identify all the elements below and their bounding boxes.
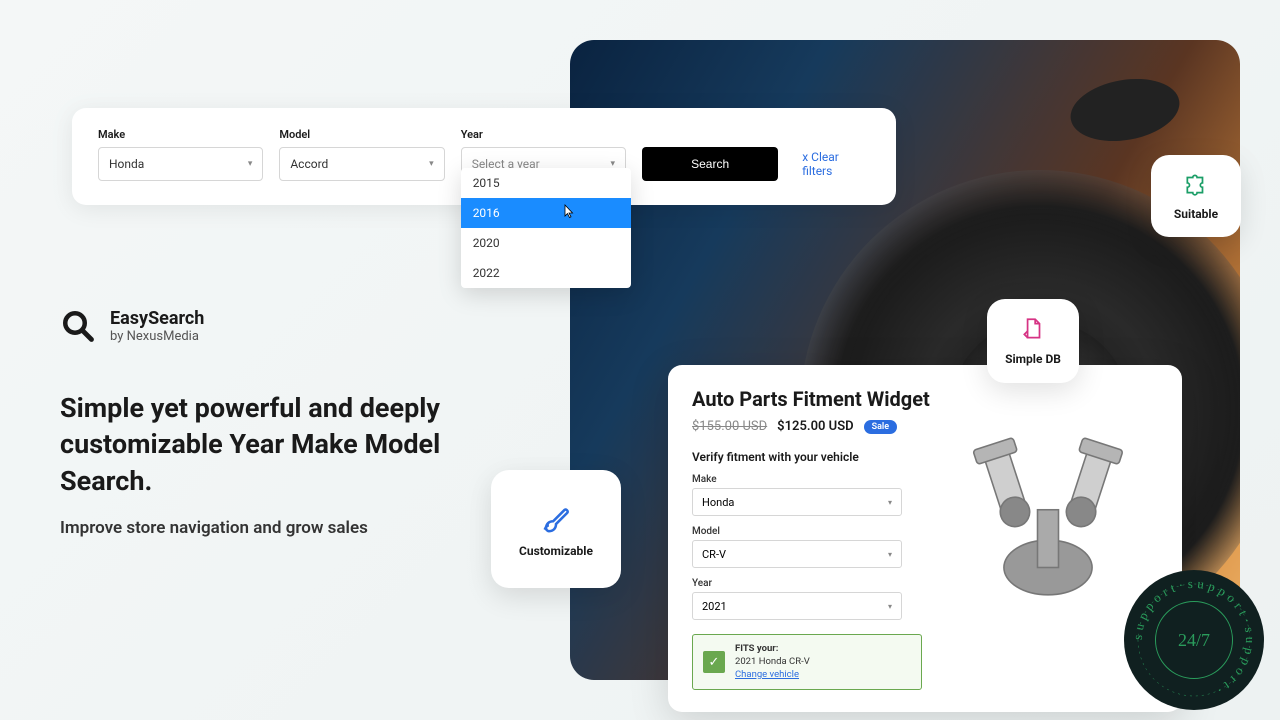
mini-year-select[interactable]: 2021 ▾ [692,592,902,620]
mini-make-field: Make Honda ▾ [692,474,902,516]
make-value: Honda [109,157,144,171]
headline: Simple yet powerful and deeply customiza… [60,390,500,499]
sale-badge: Sale [864,420,898,434]
check-icon: ✓ [703,651,725,673]
year-option[interactable]: 2016 [461,198,631,228]
search-button[interactable]: Search [642,147,778,181]
search-icon [60,308,96,344]
tile-label: Simple DB [1005,352,1061,366]
chevron-down-icon: ▾ [429,159,434,169]
model-value: Accord [290,157,328,171]
brush-icon [539,500,573,534]
year-dropdown: 2015 2016 2020 2022 [461,168,631,288]
mini-model-label: Model [692,526,902,537]
tile-simpledb: Simple DB [987,299,1079,383]
year-option[interactable]: 2015 [461,168,631,198]
product-card: Auto Parts Fitment Widget $155.00 USD $1… [668,365,1182,712]
clear-filters-link[interactable]: x Clear filters [802,147,870,181]
mini-year-field: Year 2021 ▾ [692,578,902,620]
brand-block: EasySearch by NexusMedia [60,308,204,344]
make-field: Make Honda ▾ [98,128,263,181]
tile-label: Customizable [519,544,593,558]
model-field: Model Accord ▾ [279,128,444,181]
year-label: Year [461,128,626,141]
mini-year-label: Year [692,578,902,589]
mini-make-select[interactable]: Honda ▾ [692,488,902,516]
cursor-icon [562,204,575,223]
support-ring-text: support·support·support· [1124,570,1264,710]
brand-byline: by NexusMedia [110,329,204,344]
file-icon [1020,316,1046,342]
mini-model-field: Model CR-V ▾ [692,526,902,568]
chevron-down-icon: ▾ [248,159,253,169]
support-badge: support·support·support· 24/7 [1124,570,1264,710]
price-old: $155.00 USD [692,419,767,434]
year-option[interactable]: 2020 [461,228,631,258]
svg-text:support·support·support·: support·support·support· [1130,576,1258,700]
tile-customizable: Customizable [491,470,621,588]
brand-name: EasySearch [110,308,204,329]
make-select[interactable]: Honda ▾ [98,147,263,181]
fits-box: ✓ FITS your: 2021 Honda CR-V Change vehi… [692,634,922,690]
tile-suitable: Suitable [1151,155,1241,237]
mini-model-select[interactable]: CR-V ▾ [692,540,902,568]
chevron-down-icon: ▾ [888,550,892,559]
price-new: $125.00 USD [777,419,853,434]
change-vehicle-link[interactable]: Change vehicle [735,669,799,680]
make-label: Make [98,128,263,141]
model-select[interactable]: Accord ▾ [279,147,444,181]
puzzle-icon [1183,171,1209,197]
car-mirror [1066,71,1185,149]
brand-text: EasySearch by NexusMedia [110,308,204,344]
fits-text: FITS your: 2021 Honda CR-V Change vehicl… [735,643,810,681]
year-option[interactable]: 2022 [461,258,631,288]
chevron-down-icon: ▾ [888,498,892,507]
mini-make-label: Make [692,474,902,485]
chevron-down-icon: ▾ [888,602,892,611]
search-bar: Make Honda ▾ Model Accord ▾ Year Select … [72,108,896,205]
tile-label: Suitable [1174,207,1218,221]
year-field: Year Select a year ▾ 2015 2016 2020 2022 [461,128,626,181]
subheadline: Improve store navigation and grow sales [60,518,368,538]
model-label: Model [279,128,444,141]
